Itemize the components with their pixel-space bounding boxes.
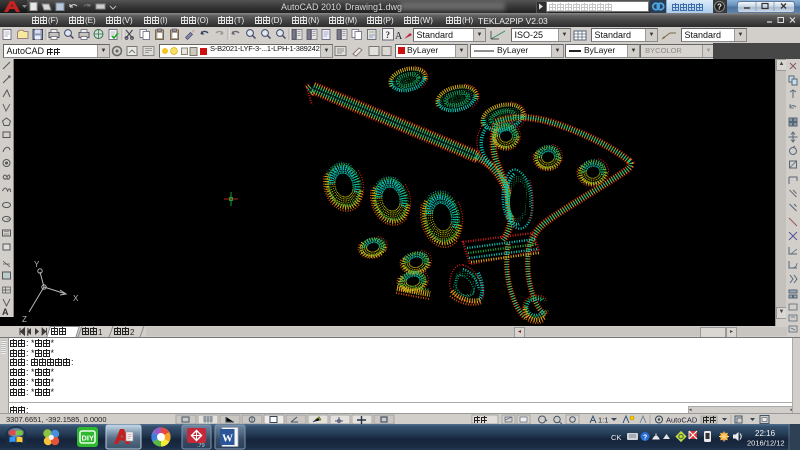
svg-text:Y: Y	[34, 260, 40, 269]
svg-text:Z: Z	[22, 315, 27, 324]
svg-text:W: W	[222, 433, 233, 445]
svg-text:22:16: 22:16	[755, 429, 776, 438]
svg-text:?: ?	[643, 435, 647, 442]
svg-text:A: A	[2, 307, 9, 317]
svg-text:A: A	[395, 31, 403, 42]
svg-text:CK: CK	[611, 433, 621, 442]
svg-text:.79: .79	[197, 443, 205, 449]
svg-text:?: ?	[717, 3, 722, 12]
svg-text:DIY: DIY	[82, 434, 95, 443]
svg-text:X: X	[73, 294, 79, 303]
svg-text:?: ?	[386, 30, 391, 40]
svg-text:2016/12/12: 2016/12/12	[747, 439, 785, 448]
